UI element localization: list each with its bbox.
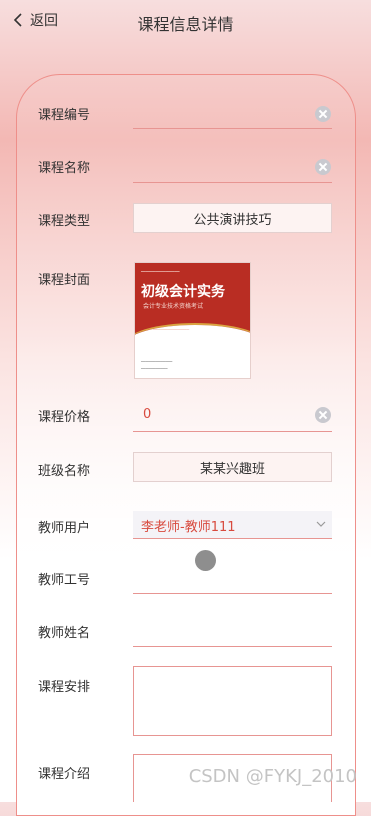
teacher-user-label: 教师用户 [38, 521, 91, 536]
cover-top-text: ━━━━━━━━━━━━━━━━ [141, 269, 180, 274]
nav-bar: 返回 课程信息详情 [0, 0, 371, 44]
course-cover-image[interactable]: ━━━━━━━━━━━━━━━━ 初级会计实务 会计专业技术资格考试 ━━━━━… [134, 262, 251, 379]
teacher-user-value: 李老师-教师111 [141, 520, 236, 535]
teacher-name-input[interactable] [133, 623, 332, 647]
price-value: 0 [143, 407, 152, 422]
class-name-label: 班级名称 [38, 464, 91, 479]
chevron-down-icon [316, 521, 326, 527]
cover-bottom-text: ━━━━━━━━━━━ [141, 366, 168, 371]
cover-bottom-text: ━━━━━━━━━━━━━ [141, 359, 173, 364]
course-cover-label: 课程封面 [38, 273, 91, 288]
watermark: CSDN @FYKJ_2010 [188, 766, 357, 787]
teacher-id-input[interactable] [133, 570, 332, 594]
teacher-id-label: 教师工号 [38, 573, 91, 588]
cover-mid-text: ━━━━━━━━━━━━━━━ [153, 327, 190, 332]
clear-icon[interactable] [315, 407, 331, 423]
course-code-input[interactable] [133, 106, 332, 129]
teacher-name-label: 教师姓名 [38, 626, 91, 641]
schedule-textarea[interactable] [133, 666, 332, 736]
price-label: 课程价格 [38, 410, 91, 425]
touch-indicator [195, 550, 216, 571]
course-type-field[interactable]: 公共演讲技巧 [133, 203, 332, 233]
intro-label: 课程介绍 [38, 767, 91, 782]
cover-title: 初级会计实务 [141, 284, 225, 300]
class-name-field[interactable]: 某某兴趣班 [133, 452, 332, 482]
page-title: 课程信息详情 [137, 15, 234, 34]
clear-icon[interactable] [315, 106, 331, 122]
course-name-input[interactable] [133, 160, 332, 183]
teacher-user-select[interactable]: 李老师-教师111 [133, 511, 332, 539]
schedule-label: 课程安排 [38, 680, 91, 695]
cover-subtitle: 会计专业技术资格考试 [143, 303, 204, 310]
price-input[interactable] [133, 408, 332, 432]
course-type-label: 课程类型 [38, 214, 91, 229]
clear-icon[interactable] [315, 159, 331, 175]
course-name-label: 课程名称 [38, 161, 91, 176]
course-code-label: 课程编号 [38, 108, 91, 123]
